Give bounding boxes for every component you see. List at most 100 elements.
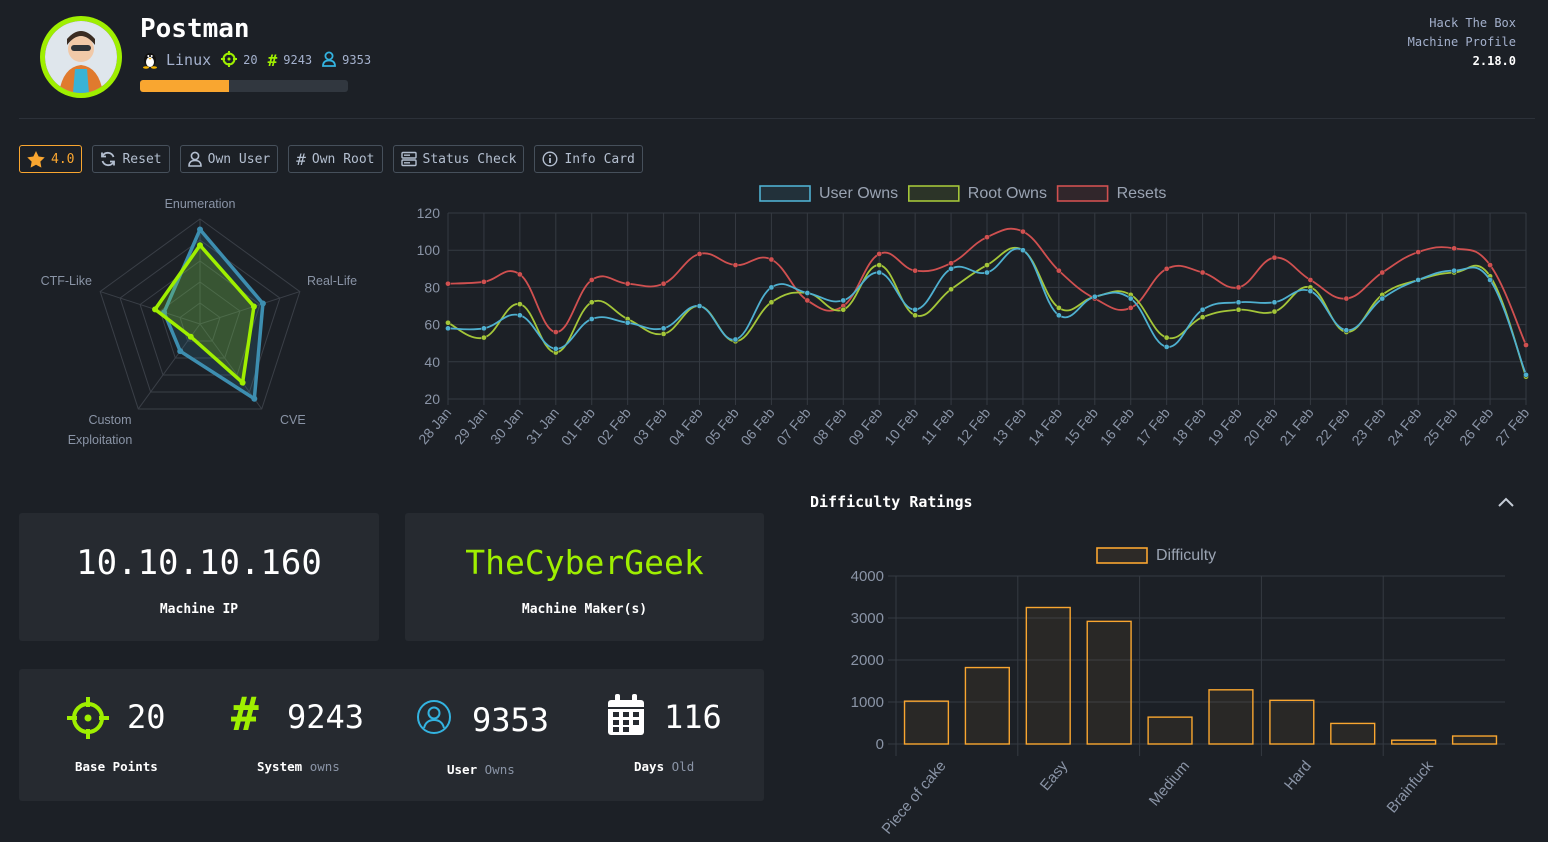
- line-x-tick: 31 Jan: [523, 405, 562, 447]
- line-point: [517, 301, 523, 307]
- line-point: [588, 277, 595, 283]
- line-x-tick: 01 Feb: [558, 404, 598, 448]
- bar-y-tick: 0: [876, 736, 884, 753]
- line-point: [445, 325, 451, 332]
- machine-ip-card: 10.10.10.160 Machine IP: [19, 513, 379, 641]
- user-owns-value: 9353: [342, 53, 372, 67]
- line-y-tick: 100: [417, 242, 441, 258]
- user-icon: [187, 151, 202, 167]
- line-point: [481, 325, 487, 332]
- bar-x-tick: Piece of cake: [879, 758, 950, 838]
- legend-label: Difficulty: [1156, 547, 1216, 564]
- line-x-tick: 05 Feb: [701, 404, 741, 448]
- difficulty-bar: [1391, 739, 1437, 745]
- line-point: [876, 251, 883, 257]
- reset-button[interactable]: Reset: [92, 145, 170, 173]
- line-x-tick: 15 Feb: [1061, 404, 1101, 448]
- info-icon: [542, 151, 558, 167]
- line-point: [1020, 247, 1026, 254]
- line-point: [1235, 299, 1242, 306]
- machine-maker-link[interactable]: TheCyberGeek: [405, 543, 764, 582]
- difficulty-bar: [903, 700, 950, 745]
- line-point: [912, 306, 918, 313]
- reset-label: Reset: [122, 151, 162, 167]
- line-x-tick: 13 Feb: [989, 404, 1029, 448]
- line-point: [1235, 284, 1242, 291]
- radar-point: [177, 348, 184, 355]
- line-point: [1307, 277, 1314, 283]
- own-user-button[interactable]: Own User: [179, 145, 279, 173]
- line-point: [876, 269, 883, 276]
- radar-axis-label: CVE: [280, 413, 306, 427]
- line-point: [1415, 277, 1422, 283]
- star-icon: [27, 150, 45, 168]
- difficulty-bar-chart: 0 1000 2000 3000 4000 Piece of cake Easy Medium…: [851, 547, 1505, 838]
- status-check-button[interactable]: Status Check: [392, 145, 525, 173]
- line-point: [1235, 306, 1242, 313]
- stat-value: 9243: [287, 698, 365, 736]
- line-point: [1523, 342, 1529, 348]
- bar-x-tick: Easy: [1037, 757, 1072, 794]
- line-x-tick: 08 Feb: [809, 404, 849, 448]
- line-point: [768, 284, 775, 291]
- bar-x-tick: Hard: [1281, 758, 1315, 794]
- radar-point: [250, 303, 257, 310]
- line-point: [1127, 305, 1134, 311]
- difficulty-ratings-title: Difficulty Ratings: [810, 493, 973, 511]
- line-point: [732, 262, 739, 268]
- difficulty-bar: [1086, 620, 1132, 745]
- line-point: [948, 265, 954, 272]
- line-point: [624, 280, 631, 287]
- line-point: [1343, 327, 1350, 334]
- avatar: [40, 16, 122, 98]
- avatar-icon: [45, 21, 117, 93]
- info-card-button[interactable]: Info Card: [534, 145, 643, 173]
- line-point: [588, 316, 595, 322]
- stat-label: Days Old: [634, 759, 695, 774]
- line-point: [984, 269, 990, 276]
- line-point: [1487, 262, 1493, 268]
- user-circle-icon: [416, 699, 452, 739]
- line-x-tick: 03 Feb: [630, 404, 670, 448]
- line-point: [768, 256, 775, 263]
- legend-swatch: [1056, 185, 1109, 202]
- line-point: [1056, 312, 1062, 319]
- action-toolbar: 4.0 Reset Own User # Own Root Status Che…: [19, 145, 643, 173]
- radar-axis-label: Real-Life: [307, 274, 357, 288]
- machine-maker-label: Machine Maker(s): [521, 602, 648, 617]
- line-point: [1056, 305, 1062, 311]
- line-point: [1271, 308, 1278, 315]
- line-x-tick: 20 Feb: [1240, 404, 1280, 448]
- radar-point: [152, 306, 159, 313]
- rating-value: 4.0: [51, 151, 75, 167]
- line-x-tick: 25 Feb: [1420, 404, 1460, 448]
- line-point: [588, 299, 595, 306]
- radar-point: [197, 226, 203, 233]
- line-x-tick: 19 Feb: [1205, 404, 1245, 448]
- legend-label: Root Owns: [968, 185, 1047, 202]
- own-root-button[interactable]: # Own Root: [288, 145, 383, 173]
- line-point: [1451, 245, 1457, 252]
- machine-maker-card: TheCyberGeek Machine Maker(s): [405, 513, 764, 641]
- line-point: [552, 329, 559, 335]
- line-point: [1199, 314, 1206, 321]
- line-point: [768, 299, 775, 306]
- line-y-tick: 20: [424, 391, 440, 407]
- line-point: [445, 319, 451, 326]
- status-check-label: Status Check: [422, 151, 517, 167]
- line-point: [840, 297, 847, 304]
- radar-axis-label: CTF-Like: [41, 274, 92, 288]
- stat-value: 9353: [472, 701, 550, 739]
- chevron-up-icon[interactable]: [1497, 494, 1515, 513]
- machine-meta: Linux 20 # 9243 9353: [140, 50, 371, 70]
- radar-chart: Enumeration Real-Life CVE Custom Exploitatio…: [41, 197, 357, 447]
- bar-y-tick: 3000: [851, 610, 884, 627]
- line-x-tick: 14 Feb: [1025, 404, 1065, 448]
- difficulty-bar: [1147, 716, 1193, 745]
- rating-button[interactable]: 4.0: [19, 145, 83, 173]
- line-point: [1163, 265, 1170, 272]
- line-point: [1020, 228, 1026, 235]
- refresh-icon: [100, 151, 116, 167]
- bar-y-tick: 4000: [851, 568, 884, 585]
- line-point: [1163, 334, 1170, 341]
